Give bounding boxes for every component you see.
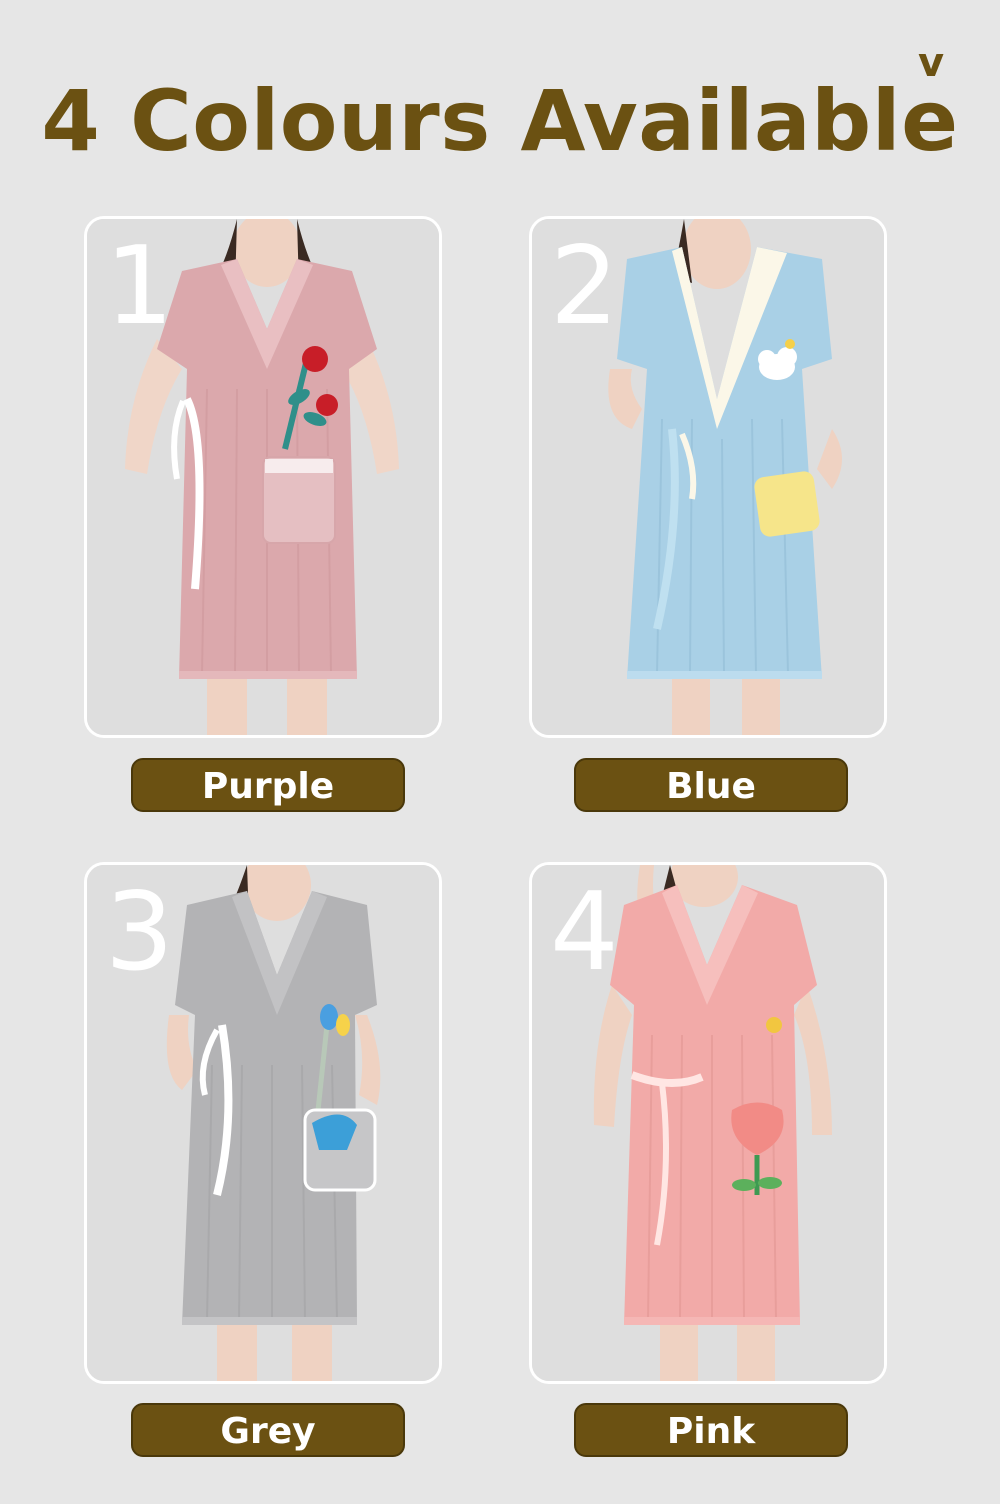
card-number: 2 bbox=[550, 224, 619, 349]
colour-label-button[interactable]: Purple bbox=[131, 758, 405, 812]
colour-label-button[interactable]: Blue bbox=[574, 758, 848, 812]
bee-icon bbox=[766, 1017, 782, 1033]
card-number: 4 bbox=[550, 870, 619, 995]
card-number: 1 bbox=[105, 224, 174, 349]
colour-label-button[interactable]: Grey bbox=[131, 1403, 405, 1457]
colour-label-button[interactable]: Pink bbox=[574, 1403, 848, 1457]
colour-card-3[interactable]: 3 bbox=[84, 862, 442, 1384]
corner-mark: v bbox=[918, 40, 945, 86]
colour-card-1[interactable]: 1 bbox=[84, 216, 442, 738]
colour-card-4[interactable]: 4 bbox=[529, 862, 887, 1384]
page-title: 4 Colours Available bbox=[41, 72, 959, 170]
colour-card-2[interactable]: 2 bbox=[529, 216, 887, 738]
card-number: 3 bbox=[105, 870, 174, 995]
